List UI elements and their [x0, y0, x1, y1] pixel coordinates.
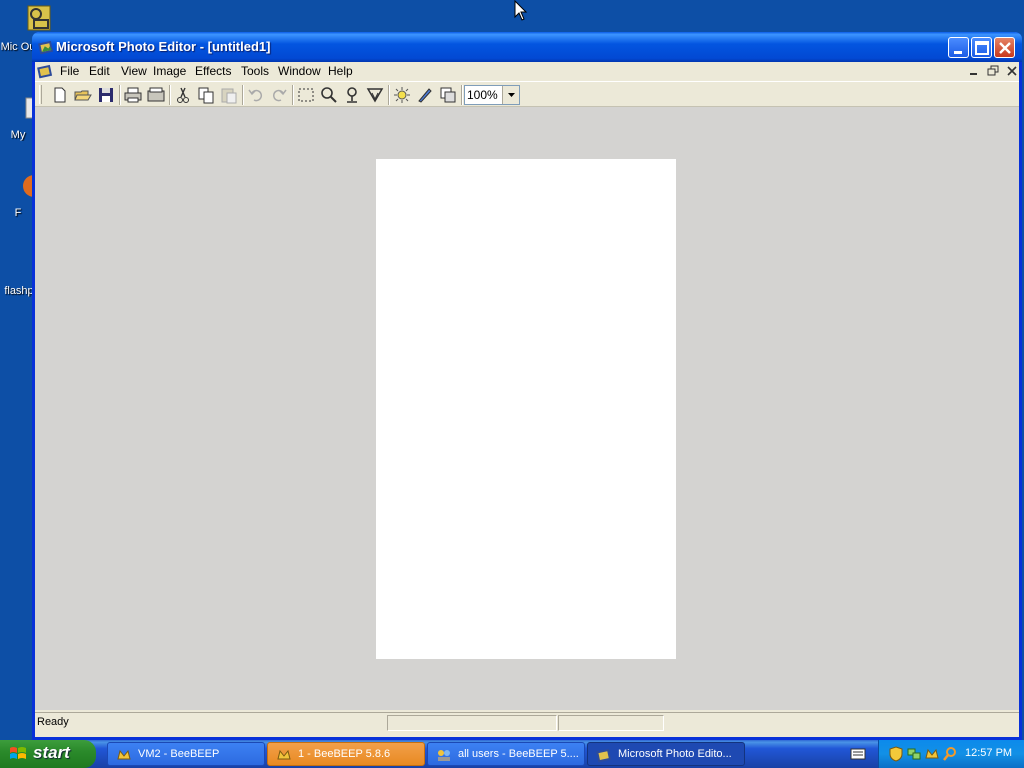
network-icon[interactable] [906, 746, 922, 762]
toolbar-separator [169, 85, 171, 105]
toolbar-separator [461, 85, 463, 105]
scissors-icon [177, 87, 189, 103]
toolbar-grip[interactable] [39, 85, 42, 104]
photo-editor-app-icon [596, 748, 612, 763]
close-button[interactable] [994, 37, 1015, 58]
paste-button[interactable] [219, 85, 239, 105]
close-icon [999, 42, 1011, 54]
search-icon[interactable] [942, 746, 958, 762]
marquee-select-icon [298, 88, 314, 102]
select-tool-button[interactable] [296, 85, 316, 105]
toolbar-separator [242, 85, 244, 105]
properties-icon [440, 87, 456, 103]
sun-brightness-icon [394, 87, 410, 103]
properties-button[interactable] [438, 85, 458, 105]
pen-icon [418, 88, 432, 103]
status-pane-2 [387, 715, 557, 731]
chevron-down-icon [508, 93, 515, 97]
save-disk-icon [99, 88, 113, 102]
menu-window[interactable]: Window [278, 64, 321, 78]
maximize-icon [975, 41, 989, 55]
zoom-value: 100% [467, 88, 498, 102]
redo-icon [272, 89, 287, 102]
start-button[interactable]: start [0, 740, 96, 768]
photo-editor-app-icon[interactable] [38, 39, 54, 55]
system-tray: 12:57 PM [878, 740, 1024, 768]
menu-file[interactable]: File [60, 64, 79, 78]
status-text: Ready [37, 716, 69, 728]
taskbar-button-label: 1 - BeeBEEP 5.8.6 [298, 748, 391, 760]
workspace [35, 107, 1019, 710]
magnifier-icon [321, 87, 337, 103]
taskbar-button-label: Microsoft Photo Edito... [618, 748, 732, 760]
menu-effects[interactable]: Effects [195, 64, 231, 78]
taskbar: start VM2 - BeeBEEP 1 - BeeBEEP 5.8.6 al… [0, 740, 1024, 768]
toolbar: 100% [35, 81, 1019, 107]
mouse-cursor-icon [514, 0, 528, 21]
document-close-icon[interactable] [1005, 64, 1019, 78]
new-document-icon [54, 87, 66, 103]
document-restore-icon[interactable] [986, 64, 1000, 78]
menu-image[interactable]: Image [153, 64, 186, 78]
paste-icon [221, 88, 237, 104]
menu-bar: File Edit View Image Effects Tools Windo… [35, 62, 1019, 80]
beebeep-tray-icon[interactable] [924, 746, 940, 762]
print-icon [124, 87, 142, 103]
taskbar-button-all-users-beebeep[interactable]: all users - BeeBEEP 5.... [427, 742, 585, 766]
scanner-icon [147, 87, 165, 102]
new-button[interactable] [50, 85, 70, 105]
taskbar-button-photo-editor[interactable]: Microsoft Photo Edito... [587, 742, 745, 766]
zoom-dropdown-button[interactable] [502, 86, 519, 104]
auto-balance-button[interactable] [392, 85, 412, 105]
window-title: Microsoft Photo Editor - [untitled1] [56, 39, 271, 54]
taskbar-button-label: all users - BeeBEEP 5.... [458, 748, 579, 760]
zoom-tool-button[interactable] [319, 85, 339, 105]
open-button[interactable] [73, 85, 93, 105]
photo-editor-window: Microsoft Photo Editor - [untitled1] Fil… [32, 32, 1022, 740]
status-pane-3 [558, 715, 664, 731]
taskbar-button-beebeep-586[interactable]: 1 - BeeBEEP 5.8.6 [267, 742, 425, 766]
transparency-icon [366, 88, 384, 103]
taskbar-button-vm2-beebeep[interactable]: VM2 - BeeBEEP [107, 742, 265, 766]
document-minimize-icon[interactable] [967, 64, 981, 78]
save-button[interactable] [96, 85, 116, 105]
security-shield-icon[interactable] [888, 746, 904, 762]
beebeep-icon [117, 749, 131, 760]
scan-button[interactable] [146, 85, 166, 105]
menu-help[interactable]: Help [328, 64, 353, 78]
users-group-icon [438, 750, 450, 761]
image-canvas[interactable] [376, 159, 676, 659]
status-bar: Ready [35, 712, 1019, 732]
menu-tools[interactable]: Tools [241, 64, 269, 78]
start-label: start [33, 743, 70, 762]
toolbar-separator [292, 85, 294, 105]
smudge-icon [347, 87, 357, 103]
open-folder-icon [74, 90, 92, 101]
undo-icon [248, 89, 263, 102]
cut-button[interactable] [173, 85, 193, 105]
undo-button[interactable] [246, 85, 266, 105]
minimize-icon [954, 51, 962, 54]
zoom-select[interactable]: 100% [464, 85, 520, 105]
touch-up-button[interactable] [415, 85, 435, 105]
transparency-tool-button[interactable] [365, 85, 385, 105]
taskbar-button-label: VM2 - BeeBEEP [138, 748, 220, 760]
copy-icon [198, 87, 214, 104]
maximize-button[interactable] [971, 37, 992, 58]
copy-button[interactable] [196, 85, 216, 105]
smudge-tool-button[interactable] [342, 85, 362, 105]
menu-edit[interactable]: Edit [89, 64, 110, 78]
document-system-menu-icon[interactable] [37, 63, 53, 79]
toolbar-separator [119, 85, 121, 105]
menu-view[interactable]: View [121, 64, 147, 78]
toolbar-separator [388, 85, 390, 105]
clock: 12:57 PM [965, 747, 1013, 759]
windows-flag-icon [10, 747, 26, 759]
minimize-button[interactable] [948, 37, 969, 58]
print-button[interactable] [123, 85, 143, 105]
title-bar[interactable]: Microsoft Photo Editor - [untitled1] [32, 32, 1022, 62]
redo-button[interactable] [269, 85, 289, 105]
beebeep-icon [277, 749, 291, 760]
keyboard-language-icon[interactable] [850, 747, 866, 761]
